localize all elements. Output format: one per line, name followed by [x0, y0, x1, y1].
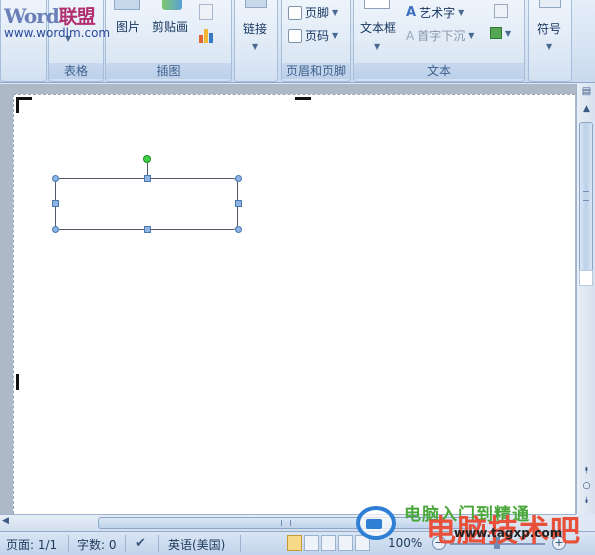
- ribbon-group-header-footer: 页脚 ▼ 页码 ▼ 页眉和页脚: [281, 0, 351, 82]
- outline-view-icon[interactable]: [338, 535, 353, 551]
- resize-handle-top-right[interactable]: [235, 175, 242, 182]
- chevron-down-icon: ▼: [546, 42, 553, 51]
- textbox-button[interactable]: 文本框: [360, 19, 396, 36]
- wordlm-watermark: Word联盟 www.wordlm.com: [4, 2, 124, 42]
- margin-corner-mark: [16, 97, 32, 113]
- full-screen-reading-icon[interactable]: [304, 535, 319, 551]
- chevron-down-icon: ▼: [332, 8, 339, 17]
- link-icon: [245, 0, 267, 8]
- web-layout-icon[interactable]: [321, 535, 336, 551]
- symbols-dropdown[interactable]: ▼: [546, 38, 552, 52]
- signature-line-icon[interactable]: [494, 4, 508, 18]
- select-browse-object-icon[interactable]: ○: [578, 481, 595, 495]
- scroll-left-icon[interactable]: ◀: [2, 516, 14, 530]
- status-divider: [158, 535, 159, 552]
- page-number-button[interactable]: 页码 ▼: [288, 27, 338, 44]
- margin-mark-top: [295, 97, 311, 100]
- scroll-up-icon[interactable]: ▲: [578, 104, 595, 118]
- page-number-label: 页码: [305, 29, 330, 43]
- wordart-icon: A: [406, 5, 417, 20]
- watermark-logo: Word联盟: [4, 2, 124, 29]
- dropcap-button[interactable]: A 首字下沉 ▼: [406, 27, 474, 44]
- clipart-icon: [162, 0, 182, 10]
- footer-label: 页脚: [305, 6, 330, 20]
- links-dropdown[interactable]: ▼: [252, 38, 258, 52]
- textbox-icon: [364, 0, 390, 9]
- print-layout-view-icon[interactable]: [287, 535, 302, 551]
- chevron-down-icon: ▼: [252, 42, 259, 51]
- site-logo-icon: [356, 506, 396, 540]
- wordart-label: 艺术字: [419, 6, 456, 20]
- text-cursor: [16, 374, 19, 390]
- vertical-scrollbar[interactable]: ▤ ▲ ⯭ ○ ⯯: [576, 84, 595, 514]
- symbols-button[interactable]: 符号: [537, 20, 561, 37]
- resize-handle-bottom-left[interactable]: [52, 226, 59, 233]
- group-label-table: 表格: [49, 63, 103, 79]
- ribbon: ▼ 表格 图片 剪贴画 插图 链接 ▼ 页脚 ▼ 页码 ▼ 页眉和页脚 文本框 …: [0, 0, 595, 83]
- status-divider: [68, 535, 69, 552]
- status-divider: [240, 535, 241, 552]
- clipart-button[interactable]: 剪贴画: [152, 18, 188, 35]
- ribbon-group-links: 链接 ▼: [234, 0, 278, 82]
- group-label-text: 文本: [354, 63, 524, 79]
- chevron-down-icon: ▼: [332, 31, 339, 40]
- chevron-down-icon: ▼: [374, 42, 381, 51]
- status-divider: [125, 535, 126, 552]
- chart-icon[interactable]: [198, 27, 216, 43]
- wordart-button[interactable]: A 艺术字 ▼: [406, 4, 464, 21]
- resize-handle-top-left[interactable]: [52, 175, 59, 182]
- resize-handle-top[interactable]: [144, 175, 151, 182]
- shapes-icon[interactable]: [199, 4, 213, 20]
- footer-icon: [288, 5, 302, 20]
- status-language[interactable]: 英语(美国): [168, 536, 225, 553]
- object-icon[interactable]: ▼: [490, 27, 516, 41]
- resize-handle-bottom[interactable]: [144, 226, 151, 233]
- vertical-scroll-thumb[interactable]: [579, 122, 593, 272]
- status-page[interactable]: 页面: 1/1: [6, 536, 57, 553]
- group-label-header-footer: 页眉和页脚: [282, 63, 350, 79]
- split-handle[interactable]: [579, 270, 593, 286]
- footer-button[interactable]: 页脚 ▼: [288, 4, 338, 21]
- rotate-handle[interactable]: [143, 155, 151, 163]
- previous-page-icon[interactable]: ⯭: [578, 466, 595, 480]
- ribbon-group-illustrations: 图片 剪贴画 插图: [105, 0, 232, 82]
- watermark-url: www.wordlm.com: [4, 26, 111, 40]
- page-number-icon: [288, 28, 302, 43]
- ruler-toggle-icon[interactable]: ▤: [578, 86, 595, 101]
- chevron-down-icon: ▼: [468, 31, 475, 40]
- watermark-logo-cn: 联盟: [58, 6, 96, 28]
- chevron-down-icon: ▼: [458, 8, 465, 17]
- watermark-logo-latin: Word: [4, 4, 60, 28]
- ribbon-group-symbols: 符号 ▼: [528, 0, 572, 82]
- proofing-check-icon[interactable]: ✔: [135, 536, 146, 551]
- document-page[interactable]: [13, 94, 575, 514]
- dropcap-label: 首字下沉: [417, 29, 466, 43]
- resize-handle-right[interactable]: [235, 200, 242, 207]
- rounded-rectangle-shape[interactable]: [55, 178, 238, 230]
- group-label-illustrations: 插图: [106, 63, 231, 79]
- symbol-icon: [539, 0, 561, 8]
- site-watermark-url: www.tagxp.com: [454, 526, 563, 540]
- links-button[interactable]: 链接: [243, 20, 267, 37]
- dropcap-icon: A: [406, 28, 415, 43]
- status-word-count[interactable]: 字数: 0: [77, 536, 117, 553]
- site-watermark: 电脑入门到精通 电脑技术吧 www.tagxp.com: [356, 500, 595, 555]
- resize-handle-bottom-right[interactable]: [235, 226, 242, 233]
- ribbon-group-text: 文本框 ▼ A 艺术字 ▼ A 首字下沉 ▼ ▼ 文本: [353, 0, 525, 82]
- resize-handle-left[interactable]: [52, 200, 59, 207]
- textbox-dropdown[interactable]: ▼: [374, 38, 380, 52]
